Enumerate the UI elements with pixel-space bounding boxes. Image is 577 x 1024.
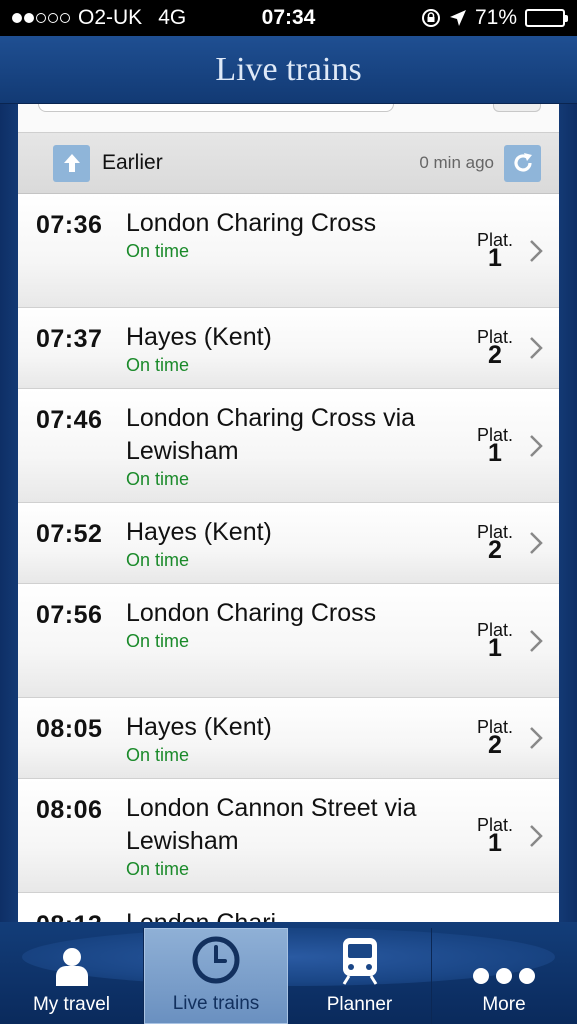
departure-row[interactable]: 07:37 Hayes (Kent) On time Plat. 2 xyxy=(18,308,559,389)
platform: Plat. 2 xyxy=(477,328,513,368)
departure-row[interactable]: 07:56 London Charing Cross On time Plat.… xyxy=(18,584,559,698)
status-text: On time xyxy=(126,355,190,375)
status-text: On time xyxy=(126,469,190,489)
platform: Plat. 2 xyxy=(477,523,513,563)
departure-row[interactable]: 07:52 Hayes (Kent) On time Plat. 2 xyxy=(18,503,559,584)
departure-time: 08:06 xyxy=(36,796,103,824)
chevron-right-icon xyxy=(530,337,543,359)
tab-label: Live trains xyxy=(172,993,260,1014)
tab-label: Planner xyxy=(326,994,393,1015)
status-bar: O2-UK 4G 07:34 71% xyxy=(0,0,577,36)
chevron-right-icon xyxy=(530,532,543,554)
status-text: On time xyxy=(126,859,190,879)
tab-live-trains[interactable]: Live trains xyxy=(144,928,288,1024)
more-dots-icon xyxy=(473,968,535,984)
platform: Plat. 1 xyxy=(477,816,513,856)
status-text: On time xyxy=(126,241,190,261)
signal-strength-icon xyxy=(12,13,70,23)
battery-icon xyxy=(525,9,568,27)
departure-time: 07:46 xyxy=(36,406,103,434)
tab-more[interactable]: More xyxy=(432,928,576,1024)
chevron-right-icon xyxy=(530,434,543,457)
search-field-edge[interactable] xyxy=(38,104,394,112)
page-title: Live trains xyxy=(215,50,362,88)
destination: London Cannon Street via Lewisham xyxy=(126,794,417,855)
train-icon xyxy=(342,938,377,985)
carrier-name: O2-UK xyxy=(78,6,143,29)
departure-time: 07:36 xyxy=(36,211,103,239)
chevron-right-icon xyxy=(530,727,543,749)
destination: Hayes (Kent) xyxy=(126,713,272,741)
platform: Plat. 1 xyxy=(477,231,513,271)
tab-bar: My travel Live trains Planner More xyxy=(0,922,577,1024)
destination: London Charing Cross xyxy=(126,209,377,237)
destination: London Charing Cross via Lewisham xyxy=(126,404,416,465)
departure-time: 07:37 xyxy=(36,325,103,353)
refresh-button[interactable] xyxy=(504,144,541,182)
chevron-right-icon xyxy=(530,824,543,847)
earlier-arrow-button[interactable] xyxy=(53,144,90,182)
person-icon xyxy=(55,948,88,986)
tab-label: More xyxy=(482,994,526,1015)
clock-icon xyxy=(192,936,240,984)
departure-row[interactable]: 08:06 London Cannon Street via Lewisham … xyxy=(18,779,559,893)
tab-my-travel[interactable]: My travel xyxy=(0,928,144,1024)
departure-time: 07:56 xyxy=(36,601,103,629)
status-text: On time xyxy=(126,745,190,765)
earlier-label[interactable]: Earlier xyxy=(102,151,419,175)
departure-row[interactable]: 07:36 London Charing Cross On time Plat.… xyxy=(18,194,559,308)
departure-time: 08:05 xyxy=(36,715,103,743)
chevron-right-icon xyxy=(530,239,543,262)
status-text: On time xyxy=(126,631,190,651)
tab-label: My travel xyxy=(32,994,111,1015)
network-type: 4G xyxy=(158,6,187,29)
departure-row[interactable]: 07:46 London Charing Cross via Lewisham … xyxy=(18,389,559,503)
departure-list: 07:36 London Charing Cross On time Plat.… xyxy=(18,194,559,940)
earlier-row[interactable]: Earlier 0 min ago xyxy=(18,132,559,194)
arrow-up-icon xyxy=(63,154,80,172)
location-arrow-icon xyxy=(449,10,466,26)
departure-time: 07:52 xyxy=(36,520,103,548)
chevron-right-icon xyxy=(530,629,543,652)
battery-percentage: 71% xyxy=(474,6,517,29)
title-bar: Live trains xyxy=(0,36,577,104)
departures-panel: Earlier 0 min ago 07:36 London Charing C… xyxy=(18,104,559,940)
last-updated: 0 min ago xyxy=(419,153,494,172)
filter-button-edge[interactable] xyxy=(493,104,541,112)
destination: Hayes (Kent) xyxy=(126,323,272,351)
status-text: On time xyxy=(126,550,190,570)
departure-row[interactable]: 08:05 Hayes (Kent) On time Plat. 2 xyxy=(18,698,559,779)
destination: Hayes (Kent) xyxy=(126,518,272,546)
platform: Plat. 1 xyxy=(477,426,513,466)
platform: Plat. 2 xyxy=(477,718,513,758)
platform: Plat. 1 xyxy=(477,621,513,661)
destination: London Charing Cross xyxy=(126,599,377,627)
panel-top-edge xyxy=(18,104,559,132)
refresh-icon xyxy=(513,153,532,172)
tab-planner[interactable]: Planner xyxy=(288,928,432,1024)
rotation-lock-icon xyxy=(421,9,440,27)
